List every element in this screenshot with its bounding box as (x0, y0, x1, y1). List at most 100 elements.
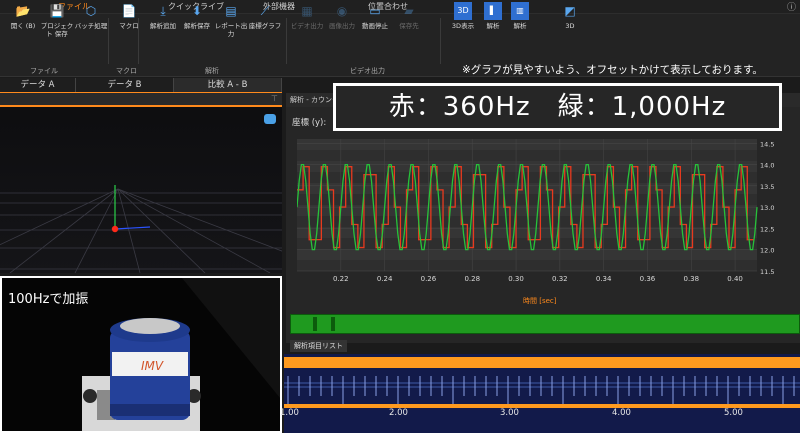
batch-button[interactable]: ⬡ バッチ処理 (74, 2, 108, 30)
ribbon-button-label: 画像出力 (329, 22, 355, 30)
x-tick-label: 0.30 (508, 275, 524, 283)
help-icon[interactable]: ⓘ (787, 0, 796, 13)
save-dest-button[interactable]: ▰ 保存先 (392, 2, 426, 30)
open-button[interactable]: 📂 開く (B) (6, 2, 40, 30)
analysis-list-tab[interactable]: 解析項目リスト (290, 340, 347, 352)
xyz-graph-icon: ⟋ (260, 4, 270, 18)
report-icon: ▤ (225, 4, 237, 18)
ribbon-button-label: 解析追加 (150, 22, 176, 30)
coord-graph-button[interactable]: ⟋ 座標グラフ (248, 2, 282, 30)
overview-scrollbar[interactable] (290, 314, 800, 334)
x-tick-label: 0.22 (333, 275, 349, 283)
download-icon: ⤓ (160, 4, 166, 18)
x-tick-label: 0.40 (727, 275, 743, 283)
ribbon-button-label: 3D表示 (451, 22, 475, 30)
x-axis-title: 時間 [sec] (523, 297, 557, 305)
tab-data-b[interactable]: データ B (76, 78, 174, 92)
3d-icon: 3D (454, 2, 472, 20)
ribbon-button-label: 解析保存 (184, 22, 210, 30)
macro-button[interactable]: 📄 マクロ (112, 2, 146, 30)
group-analysis-label: 解析 (205, 67, 219, 75)
video-out-button[interactable]: ▦ ビデオ出力 (290, 2, 324, 30)
ribbon-button-label: 開く (B) (10, 22, 36, 30)
overview-handle-right[interactable] (331, 317, 335, 331)
data-tab-bar: データ A データ B 比較 A - B (0, 78, 282, 95)
ribbon-button-label: マクロ (119, 22, 139, 30)
ribbon-button-label: 座標グラフ (248, 22, 282, 30)
line-chart[interactable]: 0.22 0.24 0.26 0.28 0.30 0.32 0.34 0.36 0.38 0.40… (297, 133, 783, 283)
x-tick-label: 0.34 (596, 275, 612, 283)
x-tick-label: 0.38 (683, 275, 699, 283)
frequency-overlay: 赤：360Hz 緑：1,000Hz (333, 83, 782, 131)
y-tick-label: 14.5 (760, 140, 774, 148)
timeline-tick: 1.00 (280, 408, 299, 418)
ribbon-button-label: 解析 (513, 22, 527, 30)
svg-text:IMV: IMV (141, 359, 164, 373)
camera-feed: IMV 100Hzで加振 (0, 276, 282, 433)
timeline-tick: 3.00 (500, 408, 519, 418)
overview-handle-left[interactable] (313, 317, 317, 331)
y-tick-label: 11.5 (760, 268, 774, 276)
ribbon-button-label: 保存先 (399, 22, 419, 30)
y-tick-label: 14.0 (760, 162, 774, 170)
timeline-cursor-bar[interactable] (284, 404, 800, 408)
ribbon-button-label: レポート出力 (214, 22, 248, 38)
ribbon-button-label: 3D (565, 22, 575, 30)
3d-grid (0, 93, 282, 273)
3d-panel-header: ⊤ (0, 93, 282, 107)
ribbon-button-label: ビデオ出力 (290, 22, 324, 30)
y-tick-label: 12.0 (760, 247, 774, 255)
ribbon-button-label: 動画停止 (362, 22, 388, 30)
save-icon: 💾 (49, 4, 65, 18)
x-tick-label: 0.28 (464, 275, 480, 283)
settings-3d-icon: ◩ (564, 4, 576, 18)
graph-y-label: 座標 (y): (292, 118, 327, 128)
group-video-output-label: ビデオ出力 (350, 67, 385, 75)
graph-panel-title: 解析 - カウンタ (290, 96, 339, 104)
y-tick-label: 12.5 (760, 225, 774, 233)
monitor-icon: ▭ (369, 4, 381, 18)
ribbon-button-label: バッチ処理 (74, 22, 108, 30)
film-icon: ▦ (301, 4, 313, 18)
view-settings-icon[interactable] (264, 114, 276, 124)
group-file-label: ファイル (30, 67, 58, 75)
pin-icon[interactable]: ⊤ (271, 94, 278, 103)
offset-note: ※グラフが見やすいよう、オフセットかけて表示しております。 (462, 64, 763, 76)
x-tick-label: 0.26 (421, 275, 437, 283)
x-tick-label: 0.36 (640, 275, 656, 283)
timeline-tick: 4.00 (612, 408, 631, 418)
folder-open-icon: 📂 (15, 4, 31, 18)
group-macro-label: マクロ (116, 67, 137, 75)
columns-icon: ▥ (511, 2, 529, 20)
plot-band (297, 249, 757, 260)
save-arrow-icon: ⬇ (191, 4, 203, 18)
view-3d-button[interactable]: 3D 3D表示 (446, 2, 480, 30)
camera-icon: ◉ (336, 4, 348, 18)
analysis-save-button[interactable]: ⬇ 解析保存 (180, 2, 214, 30)
tab-data-a[interactable]: データ A (0, 78, 76, 92)
ribbon-button-label: プロジェクト 保存 (40, 22, 74, 38)
plot-band (297, 139, 757, 150)
project-save-button[interactable]: 💾 プロジェクト 保存 (40, 2, 74, 38)
image-out-button[interactable]: ◉ 画像出力 (325, 2, 359, 30)
script-icon: 📄 (121, 4, 137, 18)
plot-band (297, 183, 757, 194)
add-analysis-button[interactable]: ⤓ 解析追加 (146, 2, 180, 30)
report-button[interactable]: ▤ レポート出力 (214, 2, 248, 38)
record-stop-button[interactable]: ▭ 動画停止 (358, 2, 392, 30)
tab-compare-a-b[interactable]: 比較 A - B (174, 78, 282, 92)
folder-icon: ▰ (404, 4, 414, 18)
analysis2-button[interactable]: ▥ 解析 (503, 2, 537, 30)
x-tick-label: 0.32 (552, 275, 568, 283)
cube-icon: ⬡ (85, 4, 97, 18)
y-tick-label: 13.0 (760, 204, 774, 212)
3d-settings-button[interactable]: ◩ 3D (553, 2, 587, 30)
timeline-range-bar[interactable] (284, 357, 800, 368)
camera-label: 100Hzで加振 (8, 292, 89, 307)
timeline-tick: 2.00 (389, 408, 408, 418)
3d-view[interactable] (0, 93, 282, 273)
x-tick-label: 0.24 (377, 275, 393, 283)
panel-icon: ▌ (484, 2, 502, 20)
timeline-tick: 5.00 (724, 408, 743, 418)
y-tick-label: 13.5 (760, 183, 774, 191)
